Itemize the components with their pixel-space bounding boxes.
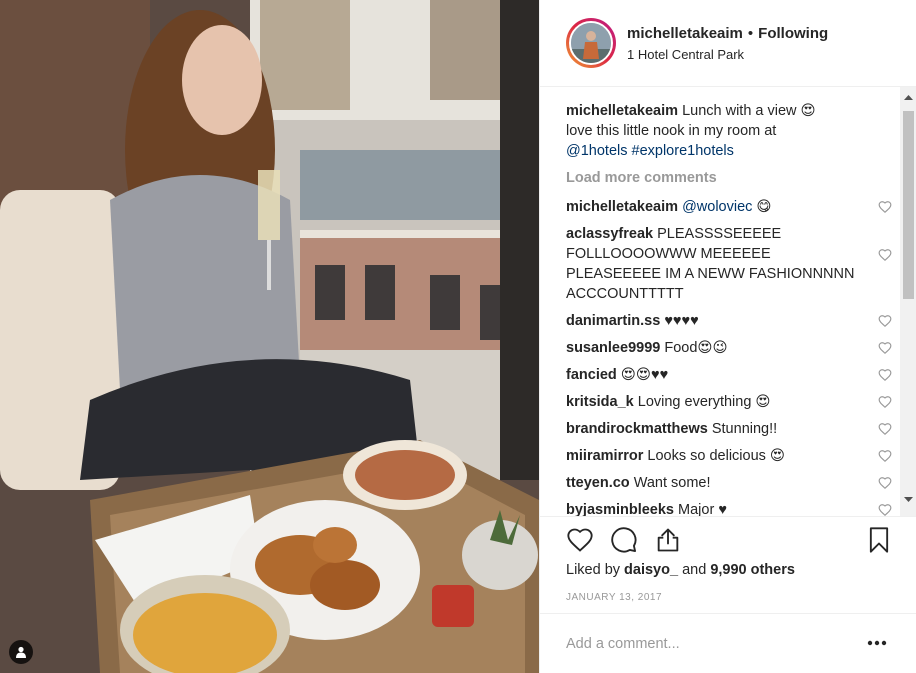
- avatar-image: [571, 23, 611, 63]
- like-comment-heart-icon[interactable]: [878, 476, 892, 490]
- comment-text: Food😍😉: [664, 340, 728, 356]
- post-header: michelletakeaim • Following 1 Hotel Cent…: [540, 0, 916, 86]
- comment-text: Want some!: [633, 475, 711, 491]
- comment: tteyen.co Want some!: [566, 473, 892, 493]
- comment-mention[interactable]: @woloviec: [682, 199, 752, 215]
- post-date[interactable]: JANUARY 13, 2017: [566, 592, 662, 603]
- scrollbar-thumb[interactable]: [903, 111, 914, 299]
- load-more-comments-button[interactable]: Load more comments: [566, 170, 886, 190]
- post-photo[interactable]: [0, 0, 539, 673]
- likes-prefix: Liked by: [566, 562, 621, 578]
- likes-others-link[interactable]: 9,990 others: [710, 562, 795, 578]
- comment: miiramirror Looks so delicious 😍: [566, 446, 892, 466]
- comment-username[interactable]: fancied: [566, 367, 617, 383]
- comment-username[interactable]: kritsida_k: [566, 394, 634, 410]
- location-link[interactable]: 1 Hotel Central Park: [627, 47, 828, 62]
- comment-text: Major ♥: [678, 502, 727, 516]
- instagram-post: michelletakeaim • Following 1 Hotel Cent…: [0, 0, 916, 673]
- comment-text: 😋: [752, 199, 772, 215]
- add-comment-bar: [540, 613, 916, 673]
- scroll-up-arrow-icon[interactable]: [904, 93, 913, 102]
- comment-username[interactable]: danimartin.ss: [566, 313, 660, 329]
- comment: danimartin.ss ♥♥♥♥: [566, 311, 892, 331]
- like-comment-heart-icon[interactable]: [878, 200, 892, 214]
- comment-username[interactable]: aclassyfreak: [566, 226, 653, 242]
- comment-text: Stunning!!: [711, 421, 778, 437]
- like-comment-heart-icon[interactable]: [878, 248, 892, 262]
- comment-text: ♥♥♥♥: [664, 313, 699, 329]
- like-comment-heart-icon[interactable]: [878, 503, 892, 516]
- more-options-icon[interactable]: [867, 640, 887, 646]
- like-comment-heart-icon[interactable]: [878, 341, 892, 355]
- following-button[interactable]: Following: [758, 25, 828, 42]
- comments-scrollbar[interactable]: [900, 87, 916, 516]
- like-comment-heart-icon[interactable]: [878, 422, 892, 436]
- comment-text: Loving everything 😍: [637, 394, 771, 410]
- share-icon[interactable]: [654, 526, 682, 554]
- like-heart-icon[interactable]: [566, 526, 594, 554]
- caption-text-2: love this little nook in my room at: [566, 123, 777, 139]
- story-ring[interactable]: [566, 18, 616, 68]
- comment-username[interactable]: tteyen.co: [566, 475, 630, 491]
- comment-username[interactable]: byjasminbleeks: [566, 502, 674, 516]
- header-username[interactable]: michelletakeaim: [627, 25, 743, 42]
- scroll-down-arrow-icon[interactable]: [904, 495, 913, 504]
- comment-username[interactable]: michelletakeaim: [566, 199, 678, 215]
- comment-text: 😍😍♥♥: [620, 367, 669, 383]
- action-bar: [540, 516, 916, 561]
- tagged-users-button[interactable]: [9, 640, 33, 664]
- avatar[interactable]: [569, 21, 613, 65]
- comment: michelletakeaim @woloviec 😋: [566, 197, 892, 217]
- comment-username[interactable]: brandirockmatthews: [566, 421, 708, 437]
- like-comment-heart-icon[interactable]: [878, 314, 892, 328]
- like-comment-heart-icon[interactable]: [878, 368, 892, 382]
- likes-middle: and: [682, 562, 707, 578]
- caption-text-1: Lunch with a view 😍: [682, 103, 816, 119]
- comment: brandirockmatthews Stunning!!: [566, 419, 892, 439]
- comment-username[interactable]: miiramirror: [566, 448, 643, 464]
- comment: fancied 😍😍♥♥: [566, 365, 892, 385]
- person-icon: [16, 646, 26, 658]
- post-side-panel: michelletakeaim • Following 1 Hotel Cent…: [539, 0, 916, 673]
- comment: byjasminbleeks Major ♥: [566, 500, 892, 516]
- photo-scene: [0, 0, 539, 673]
- comment-username[interactable]: susanlee9999: [566, 340, 660, 356]
- likes-user-link[interactable]: daisyo_: [624, 562, 678, 578]
- like-comment-heart-icon[interactable]: [878, 395, 892, 409]
- comment: aclassyfreak PLEASSSSEEEEE FOLLLOOOOWWW …: [566, 224, 892, 304]
- comment: kritsida_k Loving everything 😍: [566, 392, 892, 412]
- comment-bubble-icon[interactable]: [610, 526, 638, 554]
- comments-section[interactable]: michelletakeaim Lunch with a view 😍 love…: [540, 86, 916, 516]
- comment: susanlee9999 Food😍😉: [566, 338, 892, 358]
- caption: michelletakeaim Lunch with a view 😍 love…: [566, 101, 886, 161]
- likes-summary: Liked by daisyo_ and 9,990 others: [566, 562, 795, 578]
- add-comment-input[interactable]: [566, 635, 846, 652]
- comment-text: Looks so delicious 😍: [647, 448, 786, 464]
- header-separator: •: [747, 24, 754, 42]
- caption-link-1hotels[interactable]: @1hotels: [566, 143, 627, 159]
- like-comment-heart-icon[interactable]: [878, 449, 892, 463]
- caption-username[interactable]: michelletakeaim: [566, 103, 678, 119]
- bookmark-icon[interactable]: [865, 526, 893, 554]
- caption-hashtag[interactable]: #explore1hotels: [632, 143, 734, 159]
